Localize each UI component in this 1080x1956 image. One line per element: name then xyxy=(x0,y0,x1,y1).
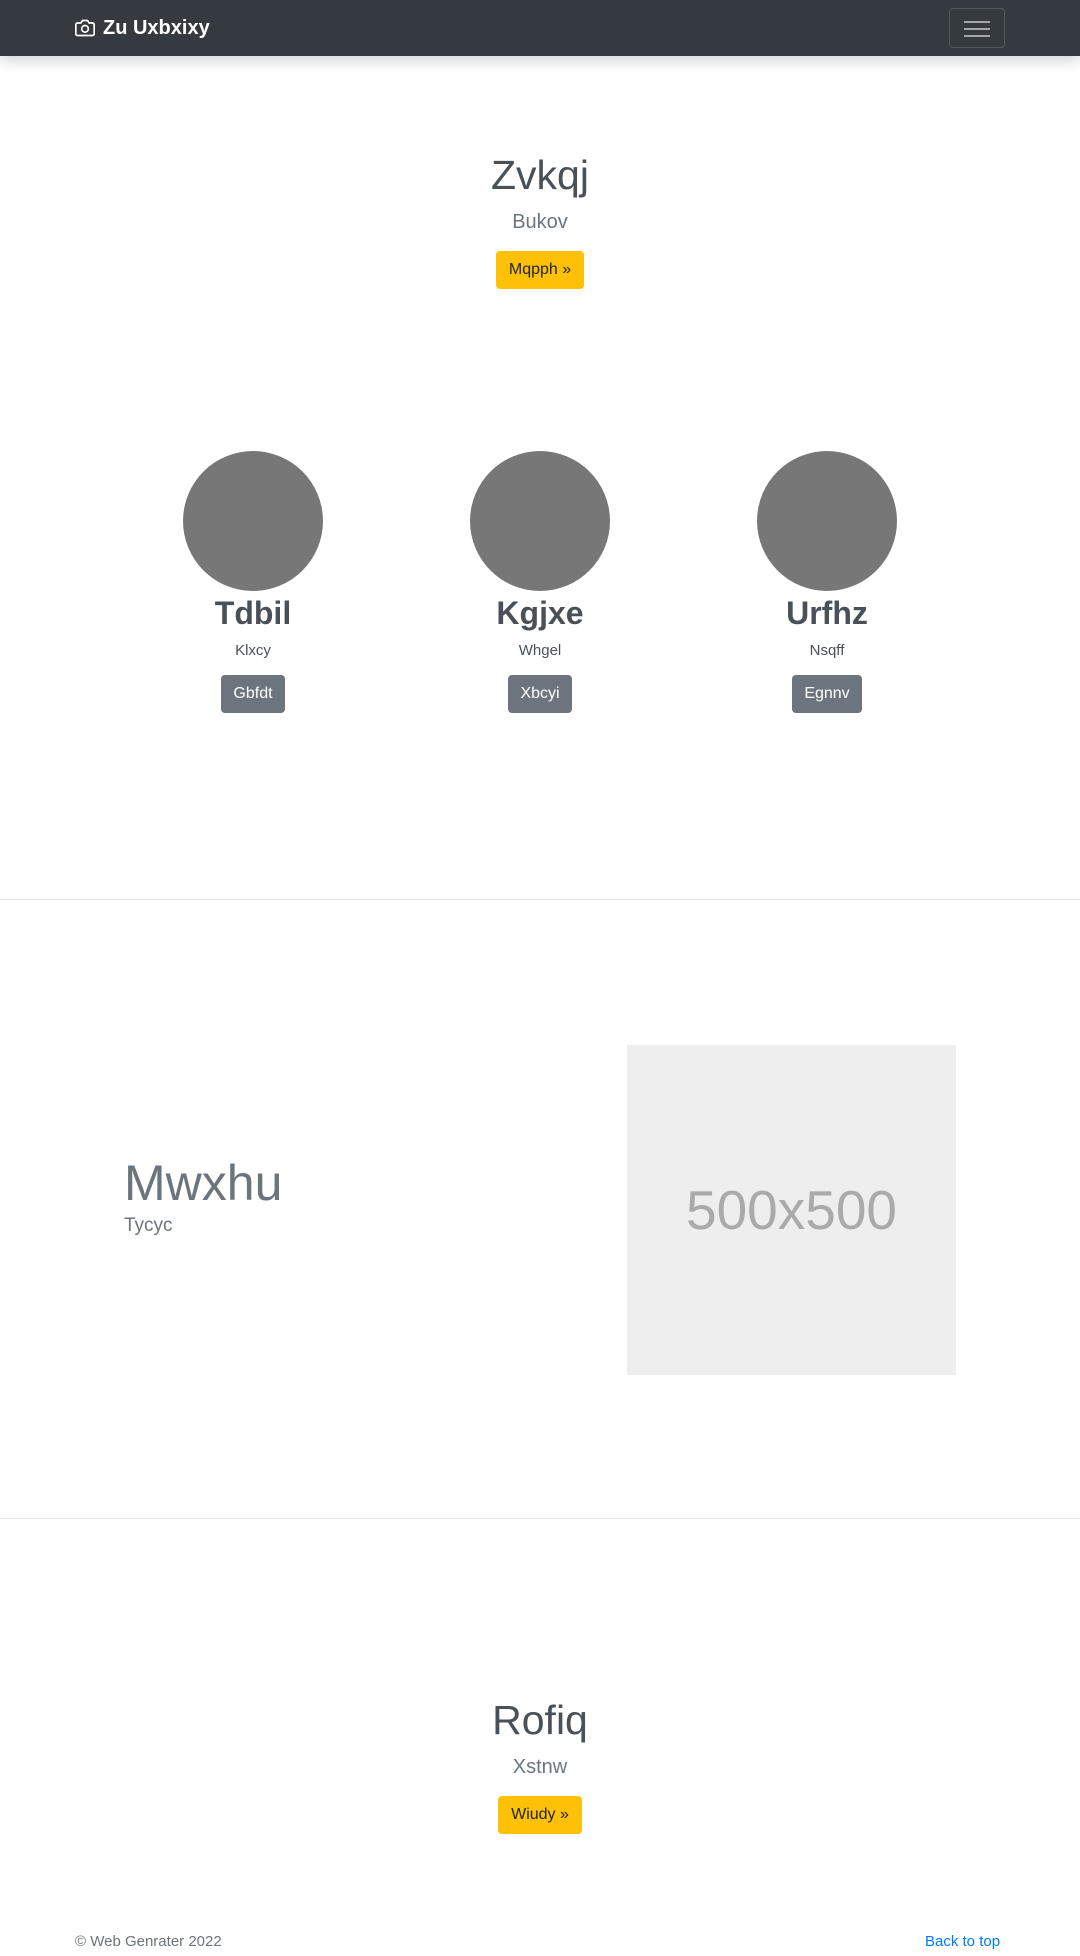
member-role: Whgel xyxy=(518,642,562,659)
hero-title: Zvkqj xyxy=(491,152,589,198)
avatar xyxy=(470,451,610,591)
member-name: Urfhz xyxy=(786,595,868,631)
member-name: Tdbil xyxy=(214,595,292,631)
member-button[interactable]: Gbfdt xyxy=(221,675,285,713)
hero-section: Zvkqj Bukov Mqpph » xyxy=(0,152,1080,289)
feature-text: Mwxhu Tycyc xyxy=(124,1155,282,1237)
feature-title: Mwxhu xyxy=(124,1155,283,1211)
section-divider xyxy=(0,1518,1080,1519)
member-name: Kgjxe xyxy=(496,595,584,631)
member-role: Klxcy xyxy=(235,642,271,659)
section-divider xyxy=(0,899,1080,900)
placeholder-label: 500x500 xyxy=(685,1179,898,1241)
back-to-top-link[interactable]: Back to top xyxy=(925,1933,1000,1950)
team-member: Urfhz Nsqff Egnnv xyxy=(727,451,927,713)
camera-icon xyxy=(75,19,95,37)
brand-name: Zu Uxbxixy xyxy=(103,16,210,39)
footer-copyright: © Web Genrater 2022 xyxy=(75,1933,222,1950)
avatar xyxy=(183,451,323,591)
brand-link[interactable]: Zu Uxbxixy xyxy=(75,0,210,56)
member-button[interactable]: Xbcyi xyxy=(508,675,572,713)
hamburger-icon xyxy=(964,21,990,23)
team-member: Kgjxe Whgel Xbcyi xyxy=(440,451,640,713)
member-button[interactable]: Egnnv xyxy=(792,675,862,713)
navbar-toggle-button[interactable] xyxy=(949,8,1005,48)
cta-title: Rofiq xyxy=(492,1697,588,1743)
member-role: Nsqff xyxy=(809,642,845,659)
hero-subtitle: Bukov xyxy=(512,211,568,233)
cta-button[interactable]: Wiudy » xyxy=(498,1796,582,1834)
feature-subtitle: Tycyc xyxy=(124,1215,173,1236)
cta-subtitle: Xstnw xyxy=(512,1756,568,1778)
navbar: Zu Uxbxixy xyxy=(0,0,1080,56)
feature-image-placeholder: 500x500 xyxy=(627,1045,956,1375)
team-member: Tdbil Klxcy Gbfdt xyxy=(153,451,353,713)
hero-button[interactable]: Mqpph » xyxy=(495,251,585,289)
avatar xyxy=(757,451,897,591)
cta-section: Rofiq Xstnw Wiudy » xyxy=(0,1697,1080,1834)
